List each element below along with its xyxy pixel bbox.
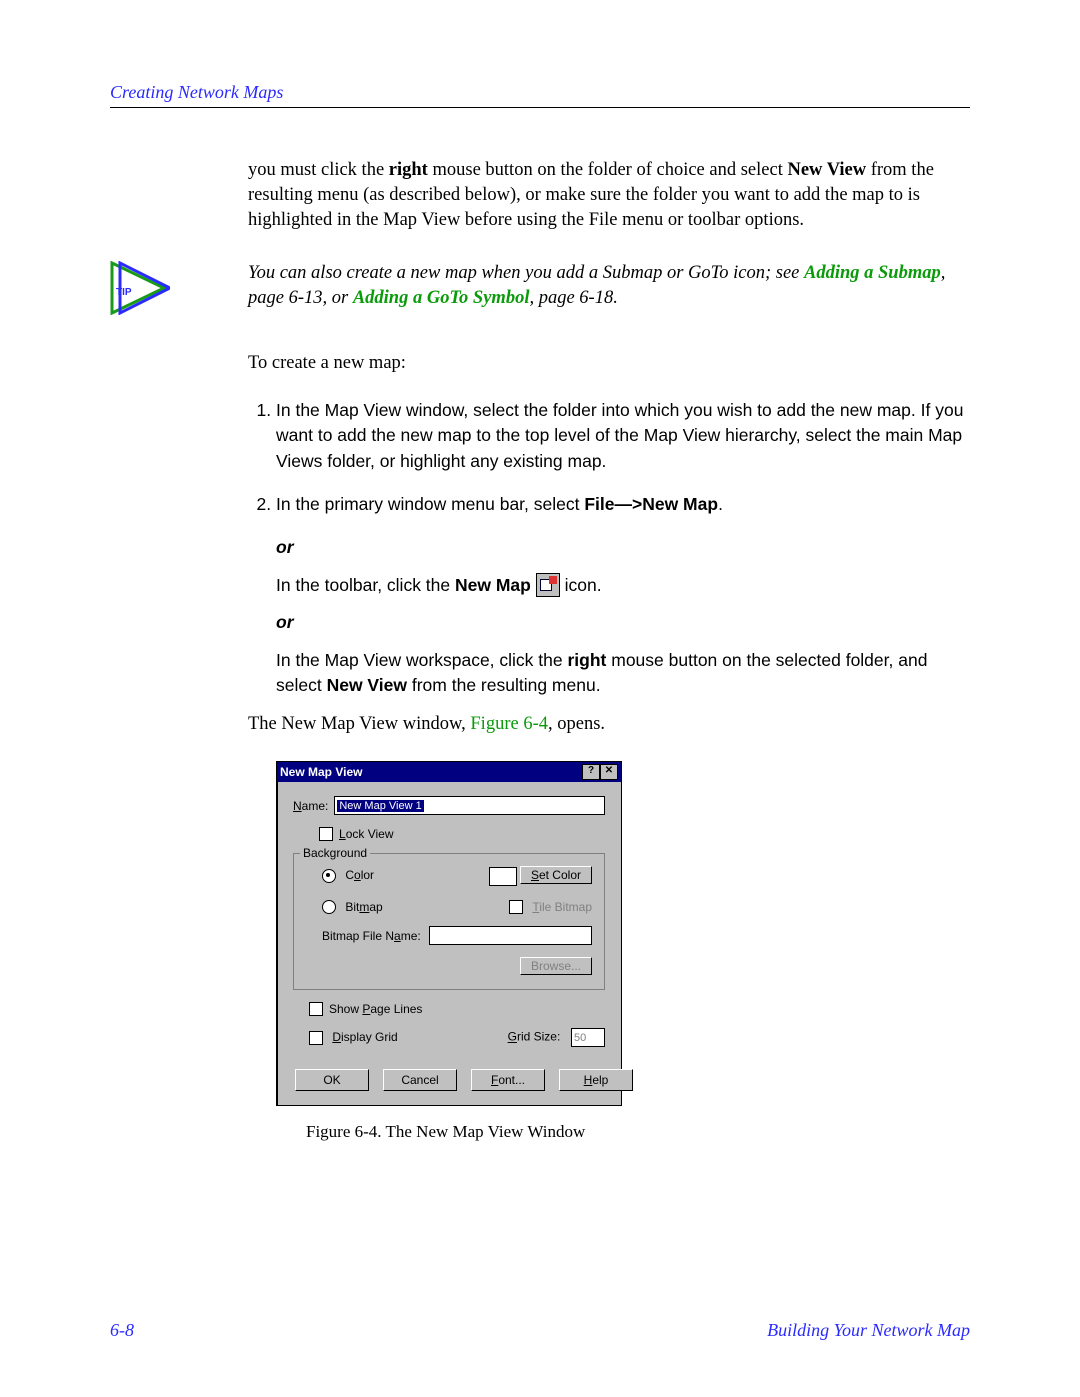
or-1: or [276,535,970,560]
tip-block: TIP You can also create a new map when y… [110,261,970,315]
display-grid-checkbox[interactable] [309,1031,323,1045]
page-number: 6-8 [110,1320,134,1341]
name-input-value: New Map View 1 [337,800,423,812]
tile-bitmap-checkbox[interactable] [509,900,523,914]
show-page-lines-label: Show Page Lines [329,1002,422,1016]
tip-label: TIP [116,287,132,298]
steps-list: In the Map View window, select the folde… [248,398,970,518]
bitmap-radio[interactable] [322,900,336,914]
t: You can also create a new map when you a… [248,263,804,283]
lock-view-checkbox[interactable] [319,827,333,841]
bitmap-filename-label: Bitmap File Name: [322,929,421,943]
browse-button[interactable]: Browse... [520,957,592,975]
color-label: Color [345,868,374,882]
close-titlebar-button[interactable]: ✕ [600,764,618,780]
t: The New Map View window, [248,714,470,734]
t: mouse button on the folder of choice and… [428,160,788,180]
page-header: Creating Network Maps [110,82,970,103]
lock-view-label: Lock View [339,827,394,841]
t: icon. [565,575,602,595]
cancel-button[interactable]: Cancel [383,1069,457,1091]
step-1: In the Map View window, select the folde… [276,398,970,474]
figure-ref[interactable]: Figure 6-4 [470,714,548,734]
t: In the toolbar, click the [276,575,455,595]
figure-6-4: New Map View ? ✕ Name: New Map View 1 Lo… [276,761,970,1142]
new-map-view-dialog: New Map View ? ✕ Name: New Map View 1 Lo… [276,761,622,1106]
or-2: or [276,610,970,635]
bitmap-label: Bitmap [345,900,382,914]
t: from the resulting menu. [407,675,601,695]
figure-caption: Figure 6-4. The New Map View Window [306,1122,970,1142]
grid-size-input[interactable]: 50 [571,1028,605,1047]
kw-new-map: New Map [455,575,531,595]
dialog-titlebar: New Map View ? ✕ [277,762,621,782]
background-legend: Background [300,846,370,860]
t: . [718,494,723,514]
bitmap-filename-input[interactable] [429,926,592,945]
tip-text: You can also create a new map when you a… [248,261,970,311]
set-color-button[interactable]: Set Color [520,866,592,884]
kw-newview: New View [787,160,866,180]
lead-para: To create a new map: [248,351,970,376]
tip-icon: TIP [110,261,170,315]
t: , opens. [548,714,605,734]
link-adding-goto[interactable]: Adding a GoTo Symbol [353,288,530,308]
help-button[interactable]: Help [559,1069,633,1091]
t: , page 6-18. [529,288,617,308]
page-footer: 6-8 Building Your Network Map [110,1320,970,1341]
color-radio[interactable] [322,869,336,883]
font-button[interactable]: Font... [471,1069,545,1091]
ok-button[interactable]: OK [295,1069,369,1091]
kw-newview2: New View [327,675,407,695]
menu-file-newmap: File—>New Map [584,494,718,514]
name-input[interactable]: New Map View 1 [334,796,605,815]
step-2-alt-context: In the Map View workspace, click the rig… [276,648,970,699]
header-rule [110,107,970,108]
after-para: The New Map View window, Figure 6-4, ope… [248,712,970,737]
kw-right: right [389,160,428,180]
t: In the primary window menu bar, select [276,494,584,514]
intro-para: you must click the right mouse button on… [248,158,970,233]
dialog-title: New Map View [280,765,362,779]
link-adding-submap[interactable]: Adding a Submap [804,263,941,283]
new-map-toolbar-icon [536,573,560,597]
show-page-lines-checkbox[interactable] [309,1002,323,1016]
name-label: Name: [293,799,328,813]
tile-bitmap-label: Tile Bitmap [532,900,592,914]
section-title: Building Your Network Map [767,1320,970,1341]
step-2-alt-toolbar: In the toolbar, click the New Map icon. [276,573,970,598]
display-grid-label: Display Grid [332,1030,397,1044]
step-2: In the primary window menu bar, select F… [276,492,970,517]
color-swatch [489,867,517,886]
t: In the Map View workspace, click the [276,650,567,670]
kw-right2: right [567,650,606,670]
grid-size-label: Grid Size: [508,1030,561,1044]
background-group: Background Color Set Color [293,853,605,990]
help-titlebar-button[interactable]: ? [582,764,600,780]
t: you must click the [248,160,389,180]
